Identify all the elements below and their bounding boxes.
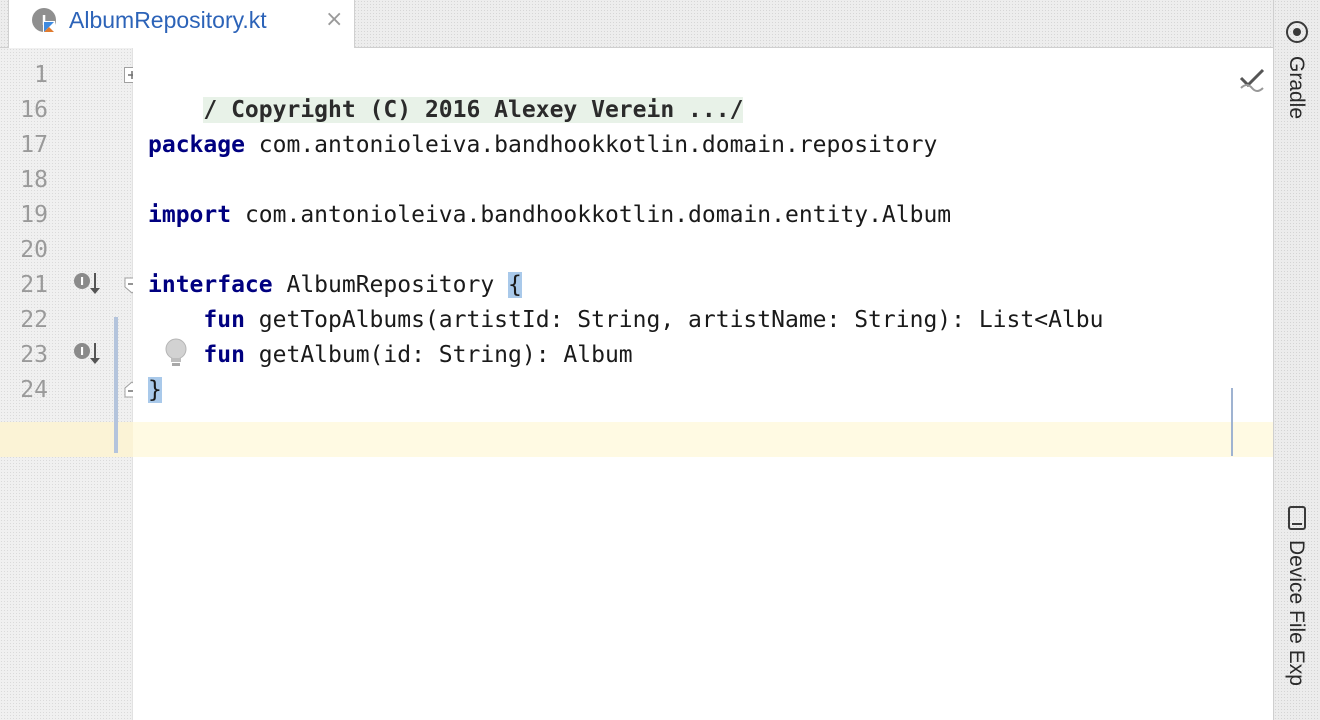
device-file-explorer-tool-button[interactable]: Device File Exp — [1284, 540, 1308, 686]
device-icon — [1288, 506, 1306, 530]
line-number: 18 — [20, 167, 48, 193]
folded-comment[interactable]: / Copyright (C) 2016 Alexey Verein .../ — [203, 97, 744, 123]
line-number: 16 — [20, 97, 48, 123]
code-text: com.antonioleiva.bandhookkotlin.domain.e… — [231, 202, 952, 228]
code-line-24: } — [148, 373, 162, 408]
line-number: 23 — [20, 342, 48, 368]
line-number: 24 — [20, 377, 48, 403]
current-line-highlight — [133, 422, 1273, 457]
tab-label: AlbumRepository.kt — [69, 7, 267, 33]
change-marker — [114, 317, 118, 453]
keyword: fun — [203, 307, 245, 333]
gradle-tool-button[interactable]: Gradle — [1284, 56, 1308, 119]
right-margin-guide — [1231, 388, 1233, 456]
inspection-ok-icon[interactable] — [1237, 66, 1267, 92]
code-line-1: / Copyright (C) 2016 Alexey Verein .../ — [148, 58, 744, 123]
code-text: com.antonioleiva.bandhookkotlin.domain.r… — [244, 132, 938, 158]
line-number: 20 — [20, 237, 48, 263]
close-tab-icon[interactable]: × — [325, 7, 343, 32]
code-text: getAlbum(id: String): Album — [244, 342, 633, 368]
code-text: getTopAlbums(artistId: String, artistNam… — [244, 307, 1104, 333]
line-number: 17 — [20, 132, 48, 158]
line-number: 22 — [20, 307, 48, 333]
code-line-19: import com.antonioleiva.bandhookkotlin.d… — [148, 198, 951, 233]
keyword: interface — [148, 272, 273, 298]
code-line-17: package com.antonioleiva.bandhookkotlin.… — [148, 128, 937, 163]
code-line-22: fun getTopAlbums(artistId: String, artis… — [148, 303, 1103, 338]
line-number: 1 — [34, 62, 48, 88]
right-tool-strip: Gradle Device File Exp — [1273, 0, 1320, 720]
keyword: fun — [203, 342, 245, 368]
brace-match-highlight: { — [508, 272, 522, 298]
lightbulb-icon[interactable] — [163, 337, 189, 369]
svg-text:I: I — [80, 275, 84, 288]
keyword: package — [148, 132, 245, 158]
implemented-down-icon[interactable]: I — [72, 270, 102, 296]
line-number: 19 — [20, 202, 48, 228]
editor-gutter: 1 16 17 18 19 20 21 22 23 24 I I — [0, 48, 140, 720]
editor-tab-bar: I AlbumRepository.kt × — [0, 0, 1273, 48]
tab-album-repository[interactable]: I AlbumRepository.kt × — [8, 0, 355, 48]
code-line-21: interface AlbumRepository { — [148, 268, 522, 303]
code-line-23: fun getAlbum(id: String): Album — [148, 338, 633, 373]
brace-match-highlight: } — [148, 377, 162, 403]
implemented-down-icon[interactable]: I — [72, 340, 102, 366]
keyword: import — [148, 202, 232, 228]
code-editor[interactable]: / Copyright (C) 2016 Alexey Verein .../ … — [133, 48, 1273, 720]
kotlin-interface-icon: I — [32, 8, 56, 33]
line-number: 21 — [20, 272, 48, 298]
svg-text:I: I — [80, 345, 84, 358]
gradle-icon — [1286, 21, 1308, 43]
code-text: AlbumRepository — [272, 272, 509, 298]
